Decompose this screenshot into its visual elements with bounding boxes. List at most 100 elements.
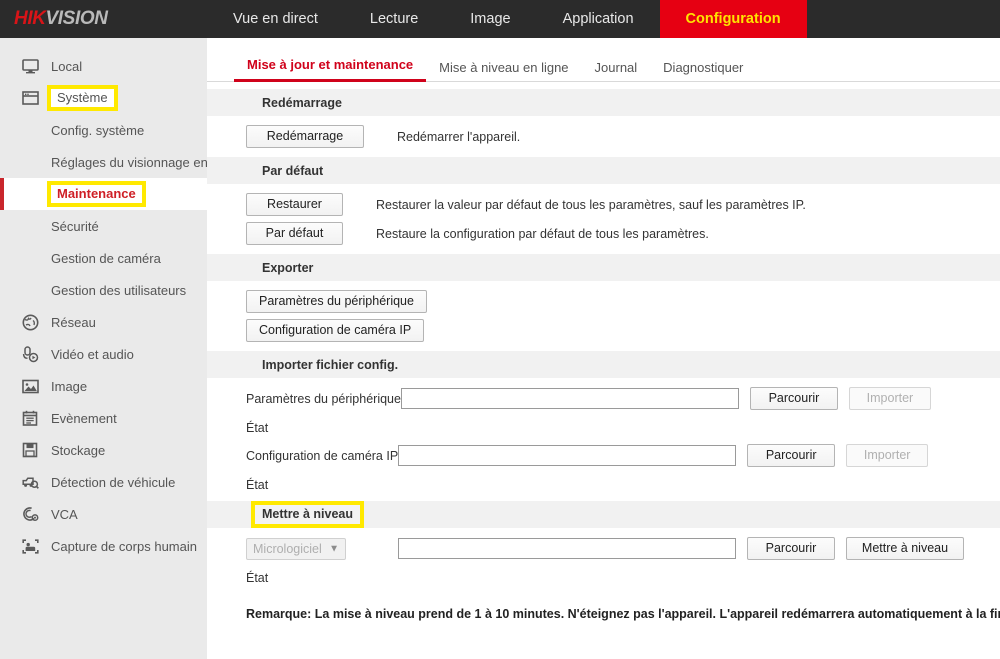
section-title-export: Exporter: [262, 260, 314, 275]
sidebar-item-gestion-camera[interactable]: Gestion de caméra: [0, 242, 207, 274]
sidebar-item-capture-corps-humain[interactable]: Capture de corps humain: [0, 530, 207, 562]
nav-tab-configuration[interactable]: Configuration: [659, 0, 807, 38]
export-device-params-button[interactable]: Paramètres du périphérique: [246, 290, 427, 313]
disk-icon: [18, 440, 42, 460]
import-ip-camera-import-button[interactable]: Importer: [846, 444, 929, 467]
monitor-icon: [18, 56, 42, 76]
section-title-defaults: Par défaut: [262, 163, 324, 178]
sidebar-label-gestion-utilisateurs: Gestion des utilisateurs: [51, 282, 187, 298]
import-ip-camera-label: Configuration de caméra IP: [246, 448, 399, 463]
maintenance-panel: Redémarrage Redémarrage Redémarrer l'app…: [207, 82, 1000, 621]
nav-tab-live-view[interactable]: Vue en direct: [207, 0, 344, 38]
audio-video-icon: [18, 344, 42, 364]
restore-description: Restaurer la valeur par défaut de tous l…: [376, 197, 806, 212]
sidebar-label-video-audio: Vidéo et audio: [51, 346, 134, 362]
sidebar-item-local[interactable]: Local: [0, 50, 207, 82]
sidebar-item-systeme[interactable]: Système: [0, 82, 207, 114]
tab-diagnostiquer[interactable]: Diagnostiquer: [650, 60, 756, 82]
nav-tab-picture[interactable]: Image: [444, 0, 536, 38]
brand-logo: HIKVISION: [0, 0, 207, 38]
sidebar-item-vca[interactable]: VCA: [0, 498, 207, 530]
section-header-upgrade: Mettre à niveau: [207, 501, 1000, 528]
upgrade-button[interactable]: Mettre à niveau: [846, 537, 964, 560]
sidebar-label-config-systeme: Config. système: [51, 122, 145, 138]
reboot-description: Redémarrer l'appareil.: [397, 129, 521, 144]
sidebar-item-detection-vehicule[interactable]: Détection de véhicule: [0, 466, 207, 498]
sidebar-label-detection-vehicule: Détection de véhicule: [51, 474, 176, 490]
sidebar-item-securite[interactable]: Sécurité: [0, 210, 207, 242]
sidebar-item-gestion-utilisateurs[interactable]: Gestion des utilisateurs: [0, 274, 207, 306]
sidebar-navigation: Local Système Config. système Réglages d…: [0, 38, 207, 659]
sidebar-item-config-systeme[interactable]: Config. système: [0, 114, 207, 146]
sidebar-item-evenement[interactable]: Evènement: [0, 402, 207, 434]
import-device-params-status: État: [246, 421, 269, 435]
sidebar-label-image: Image: [51, 378, 88, 394]
sidebar-label-reseau: Réseau: [51, 314, 96, 330]
reboot-row: Redémarrage Redémarrer l'appareil.: [207, 125, 1000, 148]
upgrade-type-select[interactable]: Micrologiciel: [246, 537, 346, 560]
export-ip-camera-row: Configuration de caméra IP: [207, 319, 1000, 342]
hikvision-logo: HIKVISION: [14, 8, 108, 30]
import-ip-camera-input[interactable]: [398, 445, 737, 466]
section-header-import: Importer fichier config.: [207, 351, 1000, 378]
sidebar-label-evenement: Evènement: [51, 410, 117, 426]
export-device-params-row: Paramètres du périphérique: [207, 290, 1000, 313]
reboot-button[interactable]: Redémarrage: [246, 125, 364, 148]
sidebar-item-reseau[interactable]: Réseau: [0, 306, 207, 338]
default-button[interactable]: Par défaut: [246, 222, 343, 245]
import-device-params-row: Paramètres du périphérique Parcourir Imp…: [207, 387, 1000, 410]
import-ip-camera-status: État: [246, 478, 269, 492]
upgrade-file-input[interactable]: [398, 538, 736, 559]
restore-row: Restaurer Restaurer la valeur par défaut…: [207, 193, 1000, 216]
section-header-export: Exporter: [207, 254, 1000, 281]
content-area: Mise à jour et maintenance Mise à niveau…: [207, 38, 1000, 659]
tab-mise-a-niveau-en-ligne[interactable]: Mise à niveau en ligne: [426, 60, 581, 82]
logo-hik-text: HIK: [14, 8, 46, 29]
section-title-upgrade: Mettre à niveau: [250, 501, 365, 528]
vca-icon: [18, 504, 42, 524]
sidebar-label-local: Local: [51, 58, 83, 74]
section-header-reboot: Redémarrage: [207, 89, 1000, 116]
sidebar-label-stockage: Stockage: [51, 442, 106, 458]
window-icon: [18, 88, 42, 108]
content-tab-bar: Mise à jour et maintenance Mise à niveau…: [207, 48, 1000, 82]
nav-tab-application[interactable]: Application: [537, 0, 660, 38]
logo-vision-text: VISION: [45, 8, 108, 29]
section-title-import: Importer fichier config.: [262, 357, 399, 372]
sidebar-item-maintenance[interactable]: Maintenance: [0, 178, 207, 210]
globe-icon: [18, 312, 42, 332]
tab-mise-a-jour-et-maintenance[interactable]: Mise à jour et maintenance: [234, 57, 427, 82]
sidebar-label-systeme: Système: [47, 85, 118, 111]
sidebar-label-securite: Sécurité: [51, 218, 99, 234]
tab-journal[interactable]: Journal: [582, 60, 651, 82]
import-ip-camera-row: Configuration de caméra IP Parcourir Imp…: [207, 444, 1000, 467]
sidebar-label-capture-corps-humain: Capture de corps humain: [51, 538, 197, 554]
sidebar-label-reglages-visionnage: Réglages du visionnage en d: [51, 154, 207, 170]
export-ip-camera-config-button[interactable]: Configuration de caméra IP: [246, 319, 425, 342]
upgrade-type-select-wrap: Micrologiciel ▼: [246, 537, 346, 560]
import-device-params-import-button[interactable]: Importer: [848, 387, 931, 410]
sidebar-item-video-audio[interactable]: Vidéo et audio: [0, 338, 207, 370]
import-device-params-input[interactable]: [400, 388, 739, 409]
sidebar-item-image[interactable]: Image: [0, 370, 207, 402]
restore-button[interactable]: Restaurer: [246, 193, 343, 216]
sidebar-label-vca: VCA: [51, 506, 78, 522]
sidebar-item-reglages-visionnage[interactable]: Réglages du visionnage en d: [0, 146, 207, 178]
default-description: Restaure la configuration par défaut de …: [376, 226, 709, 241]
calendar-icon: [18, 408, 42, 428]
import-device-params-browse-button[interactable]: Parcourir: [749, 387, 838, 410]
default-row: Par défaut Restaure la configuration par…: [207, 222, 1000, 245]
section-title-reboot: Redémarrage: [262, 95, 342, 110]
sidebar-item-stockage[interactable]: Stockage: [0, 434, 207, 466]
picture-icon: [18, 376, 42, 396]
upgrade-browse-button[interactable]: Parcourir: [747, 537, 835, 560]
upgrade-remark: Remarque: La mise à niveau prend de 1 à …: [246, 607, 1000, 621]
sidebar-label-gestion-camera: Gestion de caméra: [51, 250, 161, 266]
top-navigation-bar: HIKVISION Vue en direct Lecture Image Ap…: [0, 0, 1000, 38]
human-capture-icon: [18, 536, 42, 556]
section-header-defaults: Par défaut: [207, 157, 1000, 184]
nav-tab-playback[interactable]: Lecture: [344, 0, 444, 38]
import-device-params-label: Paramètres du périphérique: [246, 391, 401, 406]
import-ip-camera-browse-button[interactable]: Parcourir: [747, 444, 836, 467]
vehicle-detect-icon: [18, 472, 42, 492]
